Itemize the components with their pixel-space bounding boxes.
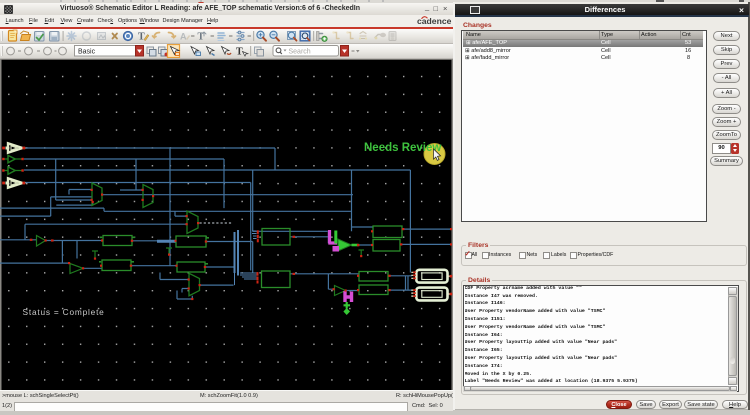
svg-text:T: T [236,46,243,57]
svg-text:A: A [180,31,187,41]
svg-text:Status = Complete: Status = Complete [23,307,105,317]
svg-text:Search: Search [289,48,311,55]
svg-text:T: T [138,31,145,42]
svg-text:Needs Review: Needs Review [364,142,441,154]
svg-text:Basic: Basic [78,48,96,55]
